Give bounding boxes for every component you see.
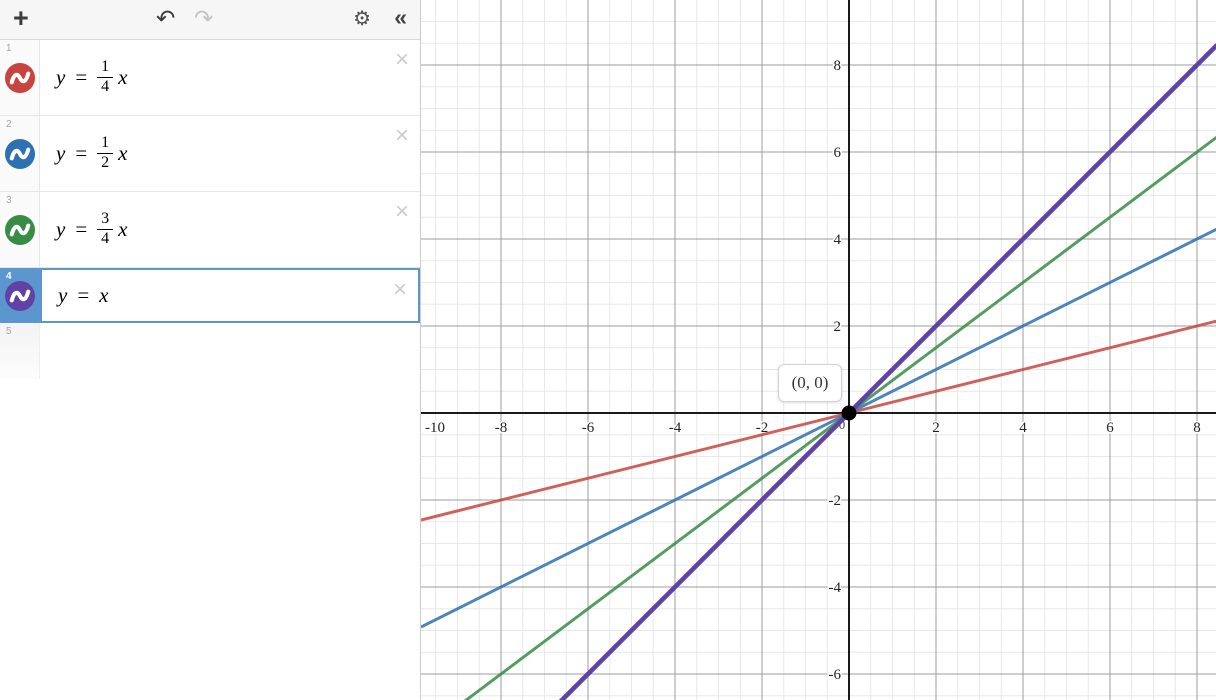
svg-text:-4: -4 bbox=[829, 580, 842, 596]
expression-row-2: 2 y = 1 2 x × bbox=[0, 116, 420, 192]
expression-input[interactable]: y = 1 4 x × bbox=[40, 40, 420, 115]
graph-paper[interactable]: -10 -8 -6 -4 -2 2 4 6 8 8 6 4 2 -2 -4 -6 0 (0, 0) bbox=[420, 0, 1216, 700]
close-icon[interactable]: × bbox=[395, 124, 409, 148]
row-number: 3 bbox=[6, 195, 12, 206]
undo-icon[interactable]: ↶ bbox=[156, 7, 175, 30]
close-icon[interactable]: × bbox=[395, 48, 409, 72]
svg-text:2: 2 bbox=[932, 420, 940, 436]
expression-gutter-2[interactable]: 2 bbox=[0, 116, 40, 191]
svg-text:-8: -8 bbox=[495, 420, 508, 436]
expression-gutter-5: 5 bbox=[0, 323, 40, 379]
svg-text:6: 6 bbox=[1106, 420, 1114, 436]
expression-latex: y = x bbox=[58, 283, 109, 307]
expression-row-5[interactable]: 5 bbox=[0, 323, 420, 379]
expression-latex: y = 1 4 x bbox=[56, 58, 128, 95]
expression-row-1: 1 y = 1 4 x × bbox=[0, 40, 420, 116]
redo-icon[interactable]: ↷ bbox=[194, 7, 213, 30]
svg-text:6: 6 bbox=[834, 145, 842, 161]
collapse-sidebar-icon[interactable]: « bbox=[394, 6, 407, 29]
expression-input-empty[interactable] bbox=[40, 323, 420, 379]
add-expression-button[interactable]: + bbox=[13, 5, 29, 32]
desmos-app: + ↶ ↷ ⚙ « 1 y = 1 4 x × 2 y = 1 2 x × 3 … bbox=[0, 0, 1216, 700]
svg-text:-6: -6 bbox=[829, 667, 842, 683]
svg-text:8: 8 bbox=[834, 58, 842, 74]
row-number: 5 bbox=[6, 326, 12, 337]
point-label-text: (0, 0) bbox=[791, 373, 829, 392]
point-label: (0, 0) bbox=[778, 364, 842, 402]
expression-input[interactable]: y = 1 2 x × bbox=[40, 116, 420, 191]
sinusoid-color-icon[interactable] bbox=[4, 280, 35, 311]
svg-text:-4: -4 bbox=[669, 420, 682, 436]
expression-row-4: 4 y = x × bbox=[0, 268, 420, 323]
graph-svg[interactable]: -10 -8 -6 -4 -2 2 4 6 88642-2-4-60 bbox=[421, 0, 1216, 700]
expression-input[interactable]: y = x × bbox=[40, 268, 420, 323]
expression-sidebar: + ↶ ↷ ⚙ « 1 y = 1 4 x × 2 y = 1 2 x × 3 … bbox=[0, 0, 420, 700]
svg-text:4: 4 bbox=[834, 232, 842, 248]
expression-gutter-3[interactable]: 3 bbox=[0, 192, 40, 267]
expression-gutter-4[interactable]: 4 bbox=[0, 268, 40, 323]
expression-toolbar: + ↶ ↷ ⚙ « bbox=[0, 0, 420, 40]
expression-gutter-1[interactable]: 1 bbox=[0, 40, 40, 115]
sinusoid-color-icon[interactable] bbox=[4, 62, 35, 93]
expression-row-3: 3 y = 3 4 x × bbox=[0, 192, 420, 268]
svg-text:8: 8 bbox=[1193, 420, 1201, 436]
sinusoid-color-icon[interactable] bbox=[4, 138, 35, 169]
row-number: 2 bbox=[6, 119, 12, 130]
svg-text:4: 4 bbox=[1019, 420, 1027, 436]
expression-latex: y = 1 2 x bbox=[56, 134, 128, 171]
svg-text:-10: -10 bbox=[425, 420, 445, 436]
svg-text:2: 2 bbox=[834, 319, 842, 335]
svg-text:-2: -2 bbox=[829, 493, 842, 509]
sinusoid-color-icon[interactable] bbox=[4, 214, 35, 245]
gear-icon[interactable]: ⚙ bbox=[353, 9, 371, 29]
close-icon[interactable]: × bbox=[393, 278, 407, 302]
expression-latex: y = 3 4 x bbox=[56, 210, 128, 247]
svg-text:-6: -6 bbox=[582, 420, 595, 436]
row-number: 1 bbox=[6, 43, 12, 54]
expression-input[interactable]: y = 3 4 x × bbox=[40, 192, 420, 267]
close-icon[interactable]: × bbox=[395, 200, 409, 224]
